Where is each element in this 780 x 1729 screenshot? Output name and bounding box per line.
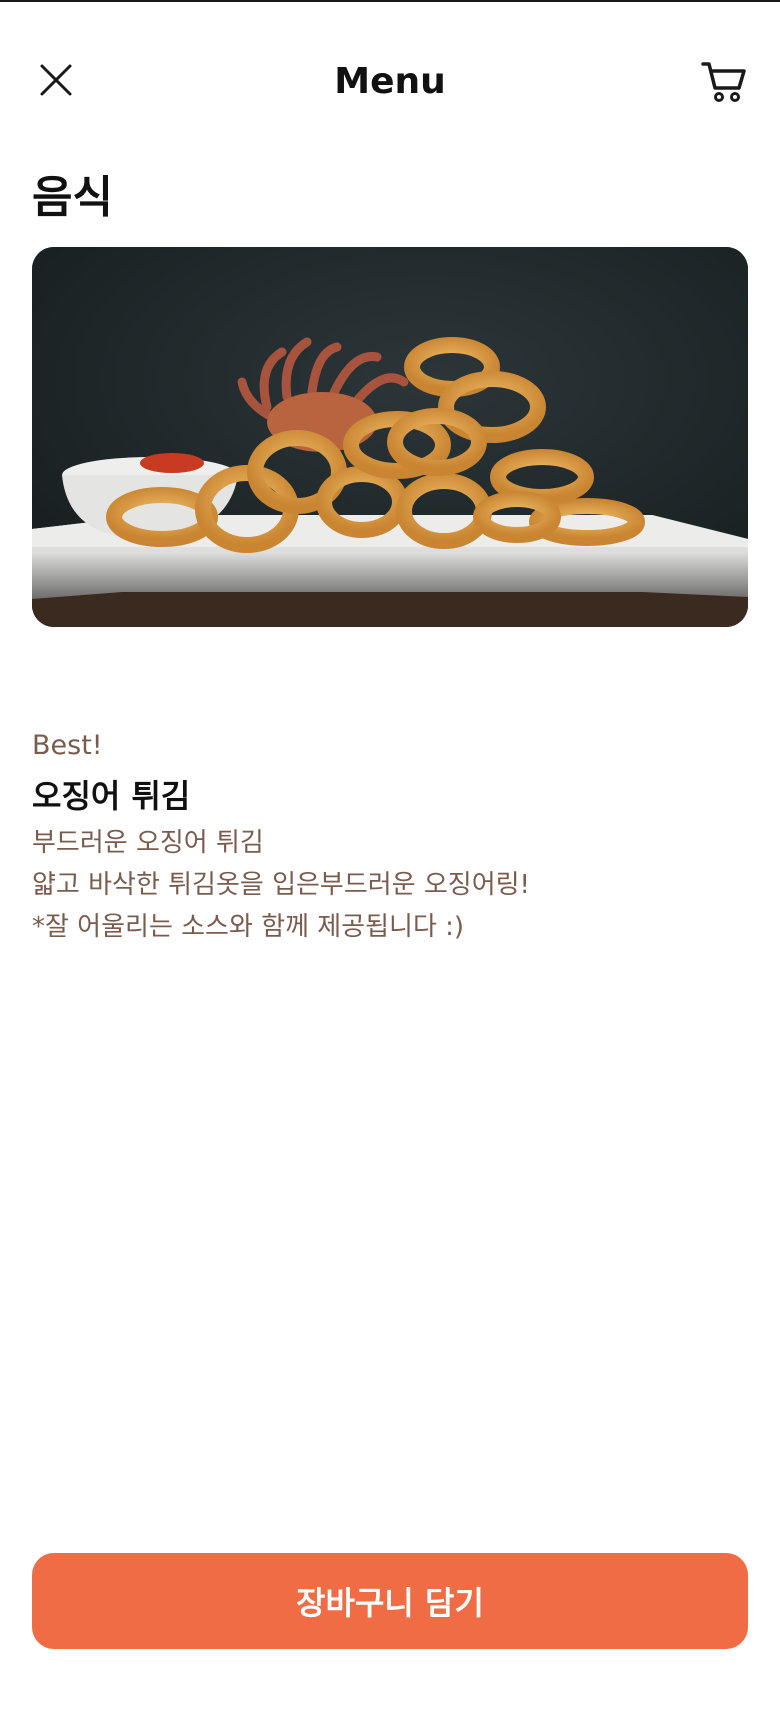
fried-calamari-photo	[32, 247, 748, 627]
add-to-cart-label: 장바구니 담기	[296, 1584, 484, 1622]
item-name: 오징어 튀김	[32, 777, 191, 815]
description-line: *잘 어울리는 소스와 함께 제공됩니다 :)	[32, 912, 465, 942]
cart-button[interactable]	[696, 58, 752, 110]
description-line: 얇고 바삭한 튀김옷을 입은부드러운 오징어링!	[32, 870, 530, 900]
description-line: 부드러운 오징어 튀김	[32, 828, 264, 858]
page-title: Menu	[334, 61, 446, 102]
item-description: 부드러운 오징어 튀김 얇고 바삭한 튀김옷을 입은부드러운 오징어링! *잘 …	[32, 822, 748, 948]
status-divider	[0, 0, 780, 2]
add-to-cart-button[interactable]: 장바구니 담기	[32, 1553, 748, 1649]
best-badge: Best!	[32, 730, 103, 761]
top-app-bar: Menu	[0, 40, 780, 124]
section-title: 음식	[32, 172, 113, 223]
menu-item-image	[32, 247, 748, 627]
cart-icon	[701, 60, 747, 108]
